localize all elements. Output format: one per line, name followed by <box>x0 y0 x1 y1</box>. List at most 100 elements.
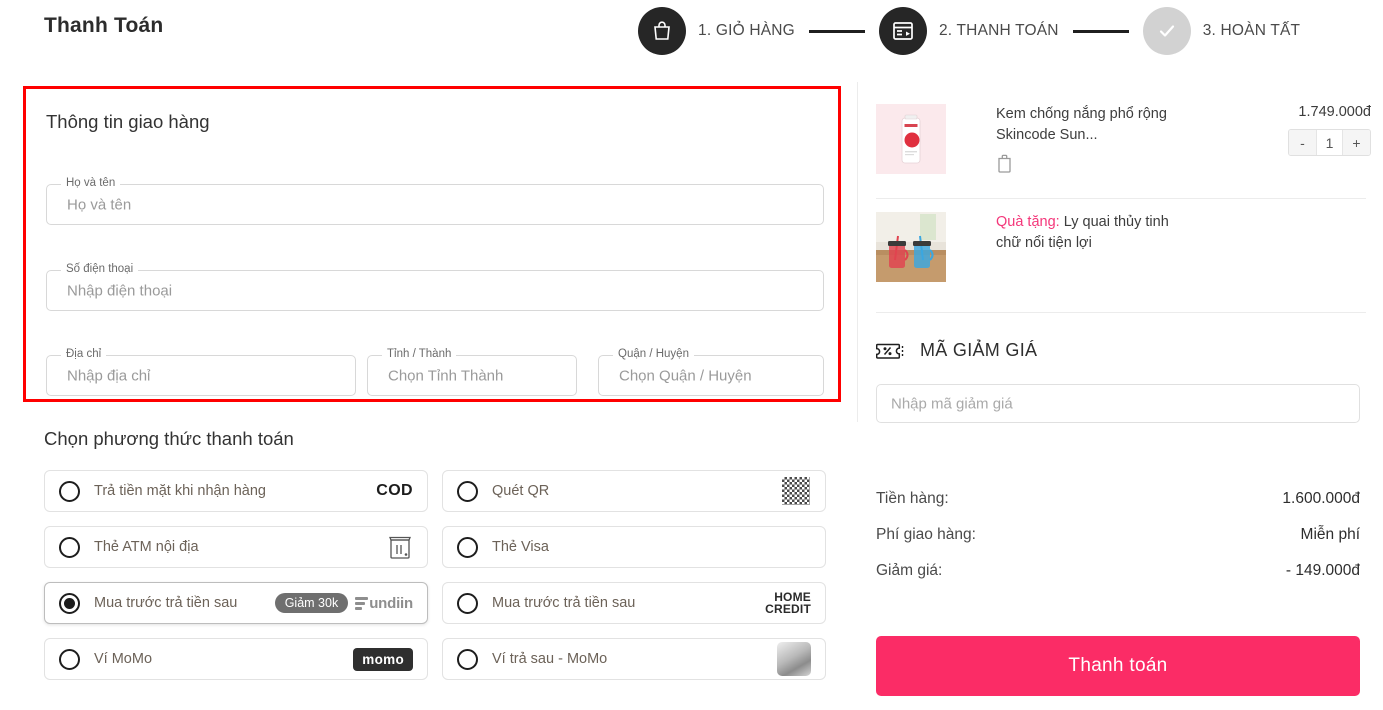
phone-legend: Số điện thoại <box>61 263 139 275</box>
qr-code-icon <box>781 476 811 506</box>
check-icon <box>1142 7 1191 55</box>
payment-logo-wrap <box>777 642 811 676</box>
coupon-input[interactable]: Nhập mã giảm giá <box>876 384 1360 423</box>
payment-option-label: Thẻ Visa <box>492 539 549 555</box>
payment-option-momo[interactable]: Ví MoMo momo <box>44 638 428 680</box>
shipping-info-section: Thông tin giao hàng Họ và tên Họ và tên … <box>23 86 841 402</box>
cart-item-row: Kem chống nắng phổ rộng Skincode Sun... … <box>876 104 1371 178</box>
payment-heading: Chọn phương thức thanh toán <box>44 428 294 449</box>
order-summary-column: Kem chống nắng phổ rộng Skincode Sun... … <box>857 62 1383 710</box>
total-row-subtotal: Tiền hàng: 1.600.000đ <box>876 490 1360 508</box>
momo-logo: momo <box>353 647 413 671</box>
subtotal-label: Tiền hàng: <box>876 490 949 507</box>
remove-item-button[interactable] <box>996 153 1176 178</box>
radio-homecredit[interactable] <box>457 592 478 614</box>
payment-logo-wrap <box>387 533 413 561</box>
cart-item-name: Kem chống nắng phổ rộng Skincode Sun... <box>996 106 1167 144</box>
address-legend: Địa chỉ <box>61 348 107 360</box>
total-row-discount: Giảm giá: - 149.000đ <box>876 562 1360 580</box>
payment-option-label: Trả tiền mặt khi nhận hàng <box>94 483 266 499</box>
payment-logo-wrap <box>781 476 811 506</box>
payment-option-qr[interactable]: Quét QR <box>442 470 826 512</box>
payment-option-homecredit[interactable]: Mua trước trả tiền sau HOME CREDIT <box>442 582 826 624</box>
radio-cod[interactable] <box>59 480 80 502</box>
radio-visa[interactable] <box>457 536 478 558</box>
payment-option-cod[interactable]: Trả tiền mặt khi nhận hàng COD <box>44 470 428 512</box>
coupon-title: MÃ GIẢM GIÁ <box>920 340 1038 360</box>
cart-item-info: Kem chống nắng phổ rộng Skincode Sun... <box>996 104 1176 178</box>
coupon-ticket-icon <box>876 343 904 359</box>
momo-later-image <box>777 642 811 676</box>
page-title: Thanh Toán <box>44 14 164 37</box>
sunscreen-tube-image[interactable] <box>876 104 946 174</box>
payment-options-grid: Trả tiền mặt khi nhận hàng COD Quét QR T… <box>44 470 826 680</box>
discount-badge: Giảm 30k <box>274 593 349 613</box>
payment-option-label: Ví MoMo <box>94 651 153 667</box>
cart-divider-2 <box>876 312 1366 313</box>
step-connector-1 <box>808 29 865 33</box>
step-payment-label: 2. THANH TOÁN <box>938 22 1059 39</box>
payment-card-icon <box>878 7 927 55</box>
quantity-decrease-button[interactable]: - <box>1289 130 1316 155</box>
payment-option-atm[interactable]: Thẻ ATM nội địa <box>44 526 428 568</box>
quantity-increase-button[interactable]: + <box>1343 130 1370 155</box>
radio-momo-later[interactable] <box>457 648 478 670</box>
district-placeholder: Chọn Quận / Huyện <box>619 367 752 384</box>
fundiin-f-mark <box>355 596 369 610</box>
order-totals: Tiền hàng: 1.600.000đ Phí giao hàng: Miễ… <box>876 490 1360 598</box>
radio-qr[interactable] <box>457 480 478 502</box>
address-placeholder: Nhập địa chỉ <box>67 367 151 384</box>
quantity-value: 1 <box>1316 130 1343 155</box>
gift-item-info: Quà tặng: Ly quai thủy tinh chữ nổi tiện… <box>996 212 1176 254</box>
step-cart-label: 1. GIỎ HÀNG <box>698 22 795 39</box>
step-cart[interactable]: 1. GIỎ HÀNG <box>638 7 795 55</box>
phone-field[interactable]: Số điện thoại Nhập điện thoại <box>46 263 824 311</box>
shipping-value: Miễn phí <box>1300 526 1360 543</box>
province-select[interactable]: Tỉnh / Thành Chọn Tỉnh Thành <box>367 348 577 396</box>
fullname-placeholder: Họ và tên <box>67 196 132 213</box>
cart-item-price: 1.749.000đ <box>1298 104 1371 120</box>
coupon-header: MÃ GIẢM GIÁ <box>876 340 1037 361</box>
radio-fundiin[interactable] <box>59 592 80 614</box>
step-complete[interactable]: 3. HOÀN TẤT <box>1142 7 1301 55</box>
discount-value: - 149.000đ <box>1285 562 1360 579</box>
district-select[interactable]: Quận / Huyện Chọn Quận / Huyện <box>598 348 824 396</box>
step-payment[interactable]: 2. THANH TOÁN <box>878 7 1059 55</box>
address-field[interactable]: Địa chỉ Nhập địa chỉ <box>46 348 356 396</box>
cart-divider-1 <box>876 198 1366 199</box>
cod-text-logo: COD <box>376 482 413 499</box>
payment-option-label: Thẻ ATM nội địa <box>94 539 199 555</box>
payment-option-visa[interactable]: Thẻ Visa <box>442 526 826 568</box>
payment-logo-wrap: Giảm 30k undiin <box>274 593 413 613</box>
home-credit-logo: HOME CREDIT <box>765 591 811 616</box>
checkout-stepper: 1. GIỎ HÀNG 2. THANH TOÁN 3. HOÀN TẤT <box>638 7 1300 55</box>
gift-thumb-art <box>876 212 946 282</box>
checkout-button[interactable]: Thanh toán <box>876 636 1360 696</box>
fundiin-logo: undiin <box>355 595 413 612</box>
atm-machine-icon <box>389 536 411 559</box>
fullname-field[interactable]: Họ và tên Họ và tên <box>46 177 824 225</box>
step-complete-label: 3. HOÀN TẤT <box>1202 22 1301 39</box>
district-legend: Quận / Huyện <box>613 348 694 360</box>
payment-option-momo-later[interactable]: Ví trả sau - MoMo <box>442 638 826 680</box>
radio-momo[interactable] <box>59 648 80 670</box>
trash-icon <box>998 154 1011 173</box>
step-connector-2 <box>1072 29 1129 33</box>
payment-logo-wrap: momo <box>353 647 413 671</box>
cart-item-right: 1.749.000đ - 1 + <box>1288 104 1371 156</box>
payment-logo-wrap: HOME CREDIT <box>765 591 811 616</box>
payment-option-fundiin[interactable]: Mua trước trả tiền sau Giảm 30k undiin <box>44 582 428 624</box>
province-placeholder: Chọn Tỉnh Thành <box>388 367 504 384</box>
quantity-stepper[interactable]: - 1 + <box>1288 129 1371 156</box>
payment-option-label: Ví trả sau - MoMo <box>492 651 608 667</box>
payment-option-label: Mua trước trả tiền sau <box>94 595 238 611</box>
gift-item-row: Quà tặng: Ly quai thủy tinh chữ nổi tiện… <box>876 212 1371 282</box>
column-divider <box>857 82 858 422</box>
discount-label: Giảm giá: <box>876 562 943 579</box>
payment-logo-wrap: COD <box>376 482 413 500</box>
radio-atm[interactable] <box>59 536 80 558</box>
payment-option-label: Quét QR <box>492 483 550 499</box>
gift-item-name: Quà tặng: Ly quai thủy tinh chữ nổi tiện… <box>996 212 1176 254</box>
checkout-page: Thanh Toán 1. GIỎ HÀNG 2. THANH TOÁN 3. … <box>0 0 1383 710</box>
glass-jars-image[interactable] <box>876 212 946 282</box>
